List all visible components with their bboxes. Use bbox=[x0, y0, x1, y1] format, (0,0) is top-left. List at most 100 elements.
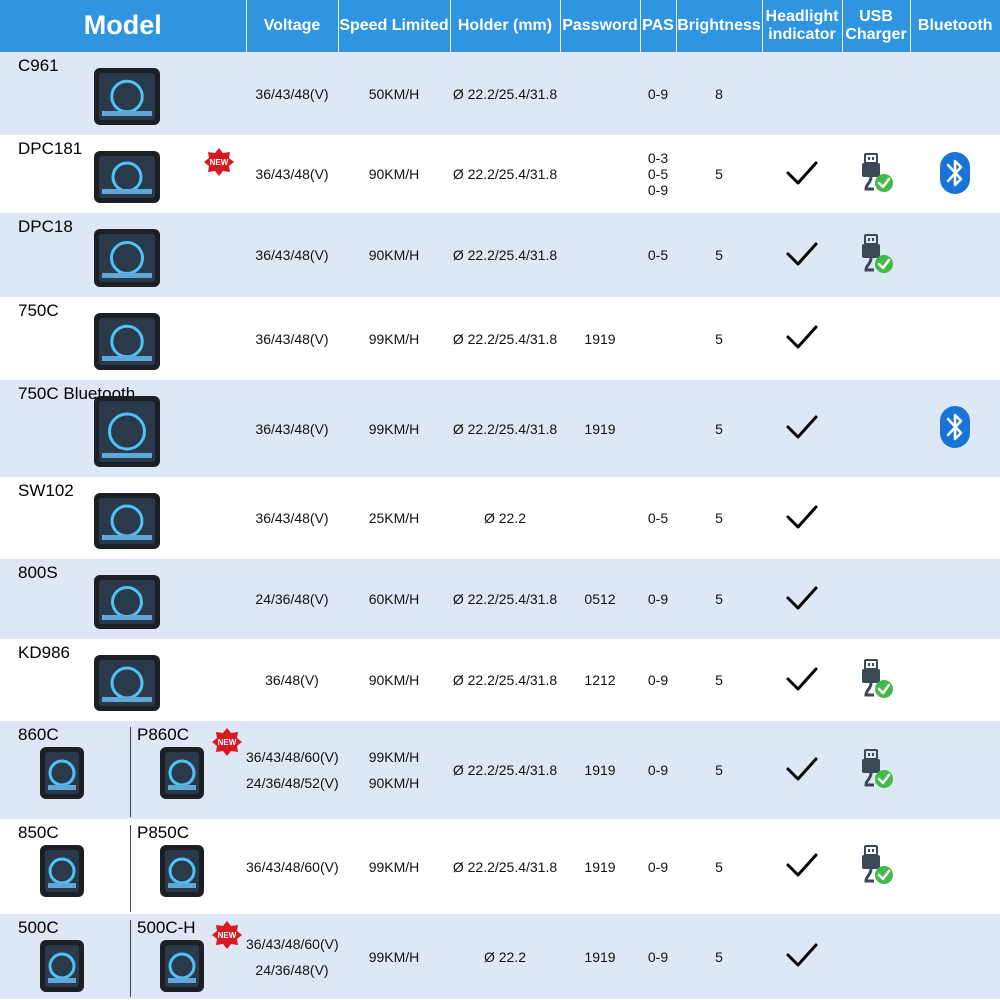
pas-cell bbox=[640, 380, 676, 477]
speed-cell-value: 99KM/H bbox=[368, 858, 420, 875]
table-body: C961 36/43/48(V) 50KM/H Ø 22.2/25.4/31.8 0-9… bbox=[0, 52, 1000, 999]
usb-charger-icon bbox=[862, 748, 893, 788]
table-row: 800S 24/36/48(V) 60KM/H Ø 22.2/25.4/31.8 051… bbox=[0, 559, 1000, 639]
voltage-cell-value: 36/43/48(V) bbox=[255, 85, 329, 102]
pas-cell-value: 0-9 bbox=[647, 948, 669, 965]
new-badge-icon: NEW bbox=[204, 148, 234, 176]
new-badge: NEW bbox=[212, 920, 242, 953]
password-cell: 1919 bbox=[560, 819, 640, 914]
checkmark-icon bbox=[786, 325, 818, 349]
header-speed: Speed Limited bbox=[338, 0, 451, 52]
header-voltage: Voltage bbox=[246, 0, 339, 52]
table-row: 500C 500C-H NEW 36/43/48/60(V) 24/36/48(V) 99… bbox=[0, 914, 1000, 999]
speed-cell: 90KM/H bbox=[338, 213, 450, 297]
password-cell bbox=[560, 213, 640, 297]
pas-cell: 0-5 bbox=[640, 477, 676, 559]
holder-cell-value: Ø 22.2/25.4/31.8 bbox=[452, 420, 558, 437]
model-name: DPC18 bbox=[18, 217, 73, 236]
holder-cell: Ø 22.2/25.4/31.8 bbox=[450, 52, 560, 135]
model-divider bbox=[130, 920, 131, 997]
holder-cell: Ø 22.2/25.4/31.8 bbox=[450, 721, 560, 819]
password-cell bbox=[560, 52, 640, 135]
holder-cell-value: Ø 22.2/25.4/31.8 bbox=[452, 858, 558, 875]
brightness-cell: 5 bbox=[676, 914, 762, 999]
brightness-cell: 5 bbox=[676, 819, 762, 914]
holder-cell-value: Ø 22.2/25.4/31.8 bbox=[452, 85, 558, 102]
model-name: 850C bbox=[18, 823, 59, 842]
speed-cell-value: 99KM/H bbox=[368, 948, 420, 965]
header-brightness: Brightness bbox=[676, 0, 763, 52]
spec-table: Model Voltage Speed Limited Holder (mm) … bbox=[0, 0, 1000, 999]
holder-cell-value: Ø 22.2/25.4/31.8 bbox=[452, 672, 558, 688]
usb-cell bbox=[842, 52, 910, 135]
usb-cell bbox=[842, 639, 910, 721]
model-cell: DPC18 bbox=[0, 213, 246, 297]
bluetooth-cell bbox=[910, 135, 1000, 213]
password-cell: 1919 bbox=[560, 914, 640, 999]
brightness-cell-value: 5 bbox=[715, 858, 723, 875]
password-cell-value: 0512 bbox=[584, 591, 616, 607]
headlight-cell bbox=[762, 213, 842, 297]
brightness-cell: 8 bbox=[676, 52, 762, 135]
display-thumbnail-icon bbox=[40, 940, 84, 992]
voltage-cell-value: 36/43/48/60(V) bbox=[246, 858, 339, 875]
pas-cell-value: 0-9 bbox=[647, 591, 669, 607]
speed-cell-value: 90KM/H bbox=[368, 166, 420, 182]
pas-cell: 0-3 0-5 0-9 bbox=[640, 135, 676, 213]
model-name-variant: P850C bbox=[137, 823, 189, 842]
brightness-cell-value: 5 bbox=[715, 672, 723, 688]
model-name: 500C bbox=[18, 918, 59, 937]
brightness-cell-value: 5 bbox=[715, 247, 723, 263]
model-divider bbox=[130, 825, 131, 912]
speed-cell: 90KM/H bbox=[338, 639, 450, 721]
voltage-cell-line: 24/36/48/52(V) bbox=[246, 775, 339, 791]
new-badge: NEW bbox=[212, 727, 242, 760]
brightness-cell: 5 bbox=[676, 559, 762, 639]
product-thumbnail-variant bbox=[158, 745, 206, 804]
usb-cell bbox=[842, 721, 910, 819]
holder-cell-value: Ø 22.2/25.4/31.8 bbox=[452, 591, 558, 607]
voltage-cell-line: 36/43/48/60(V) bbox=[246, 935, 339, 952]
headlight-cell bbox=[762, 721, 842, 819]
model-cell: 860C P860C NEW bbox=[0, 721, 246, 819]
product-thumbnail bbox=[92, 491, 162, 554]
brightness-cell: 5 bbox=[676, 721, 762, 819]
pas-cell-value: 0-9 bbox=[647, 85, 669, 102]
display-thumbnail-icon bbox=[160, 747, 204, 799]
password-cell bbox=[560, 135, 640, 213]
display-thumbnail-icon bbox=[160, 845, 204, 897]
holder-cell: Ø 22.2/25.4/31.8 bbox=[450, 819, 560, 914]
brightness-cell: 5 bbox=[676, 135, 762, 213]
new-badge-icon: NEW bbox=[212, 921, 242, 949]
headlight-cell bbox=[762, 135, 842, 213]
speed-cell: 50KM/H bbox=[338, 52, 450, 135]
speed-cell-value: 99KM/H bbox=[368, 420, 420, 437]
holder-cell-value: Ø 22.2/25.4/31.8 bbox=[452, 166, 558, 182]
table-row: DPC18 36/43/48(V) 90KM/H Ø 22.2/25.4/31.8 0-… bbox=[0, 213, 1000, 297]
pas-cell-value: 0-5 bbox=[647, 247, 669, 263]
password-cell bbox=[560, 477, 640, 559]
svg-text:NEW: NEW bbox=[210, 158, 229, 167]
pas-cell: 0-5 bbox=[640, 213, 676, 297]
product-thumbnail-variant bbox=[158, 938, 206, 997]
usb-cell bbox=[842, 477, 910, 559]
pas-cell: 0-9 bbox=[640, 559, 676, 639]
usb-cell bbox=[842, 819, 910, 914]
pas-cell-value: 0-9 bbox=[647, 672, 669, 688]
header-model: Model bbox=[0, 0, 247, 52]
voltage-cell: 36/43/48/60(V) bbox=[246, 819, 339, 914]
speed-cell: 90KM/H bbox=[338, 135, 450, 213]
model-name: KD986 bbox=[18, 643, 70, 662]
holder-cell: Ø 22.2 bbox=[450, 477, 560, 559]
holder-cell-value: Ø 22.2/25.4/31.8 bbox=[452, 762, 558, 778]
holder-cell: Ø 22.2/25.4/31.8 bbox=[450, 297, 560, 380]
pas-cell: 0-9 bbox=[640, 721, 676, 819]
holder-cell: Ø 22.2/25.4/31.8 bbox=[450, 639, 560, 721]
brightness-cell: 5 bbox=[676, 380, 762, 477]
speed-cell-value: 99KM/H bbox=[368, 330, 420, 347]
speed-cell-value: 60KM/H bbox=[368, 591, 420, 607]
bluetooth-cell bbox=[910, 559, 1000, 639]
svg-text:NEW: NEW bbox=[218, 738, 237, 747]
